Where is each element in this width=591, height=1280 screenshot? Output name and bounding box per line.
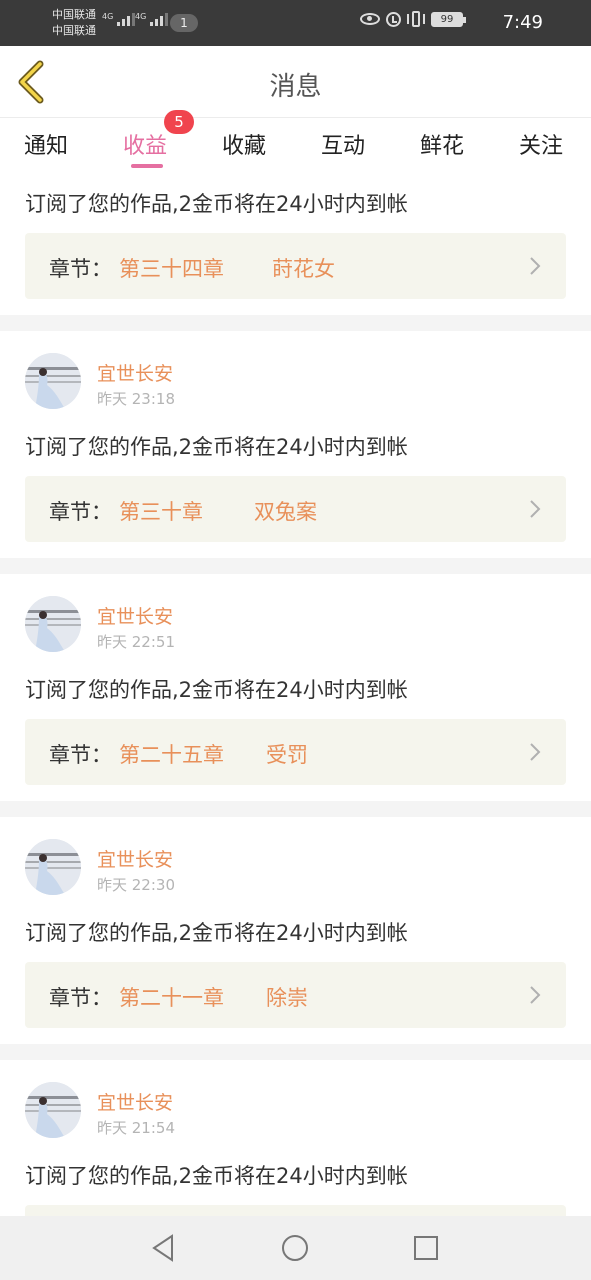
message-text: 订阅了您的作品,2金币将在24小时内到帐 bbox=[25, 1164, 408, 1188]
alarm-icon bbox=[386, 11, 401, 27]
chapter-link[interactable] bbox=[25, 1205, 566, 1216]
message-text: 订阅了您的作品,2金币将在24小时内到帐 bbox=[25, 678, 408, 702]
chapter-label: 章节： bbox=[49, 257, 112, 281]
avatar[interactable] bbox=[25, 839, 81, 895]
chapter-title: 双兔案 bbox=[254, 500, 317, 524]
timestamp: 昨天 22:51 bbox=[97, 633, 175, 651]
message-list: 订阅了您的作品,2金币将在24小时内到帐 章节： 第三十四章 莳花女 宜世长安 … bbox=[0, 170, 591, 1216]
chapter-title: 受罚 bbox=[266, 743, 308, 767]
chapter-link[interactable]: 章节： 第三十章 双兔案 bbox=[25, 476, 566, 542]
earnings-badge: 5 bbox=[164, 110, 194, 134]
chapter-link[interactable]: 章节： 第二十一章 除崇 bbox=[25, 962, 566, 1028]
carrier-1: 中国联通 bbox=[52, 8, 96, 21]
chapter-title: 除崇 bbox=[266, 986, 308, 1010]
chapter-number: 第三十四章 bbox=[119, 257, 224, 281]
vibrate-icon bbox=[407, 11, 425, 27]
chevron-right-icon bbox=[530, 986, 541, 1004]
username[interactable]: 宜世长安 bbox=[97, 1088, 173, 1115]
notification-count: 1 bbox=[170, 14, 198, 32]
page-title: 消息 bbox=[269, 72, 322, 102]
list-item: 宜世长安 昨天 22:51 订阅了您的作品,2金币将在24小时内到帐 章节： 第… bbox=[0, 574, 591, 801]
timestamp: 昨天 21:54 bbox=[97, 1119, 175, 1137]
avatar-image bbox=[25, 1082, 81, 1138]
avatar-image bbox=[25, 596, 81, 652]
tab-follows[interactable]: 关注 bbox=[519, 128, 563, 160]
avatar[interactable] bbox=[25, 353, 81, 409]
chevron-right-icon bbox=[530, 257, 541, 275]
message-text: 订阅了您的作品,2金币将在24小时内到帐 bbox=[25, 921, 408, 945]
chapter-link[interactable]: 章节： 第二十五章 受罚 bbox=[25, 719, 566, 785]
active-tab-indicator bbox=[131, 164, 163, 168]
circle-home-icon[interactable] bbox=[277, 1230, 313, 1266]
chevron-right-icon bbox=[530, 500, 541, 518]
chapter-link[interactable]: 章节： 第三十四章 莳花女 bbox=[25, 233, 566, 299]
chapter-number: 第三十章 bbox=[119, 500, 203, 524]
clock: 7:49 bbox=[502, 12, 543, 33]
message-text: 订阅了您的作品,2金币将在24小时内到帐 bbox=[25, 192, 408, 216]
tab-interactions[interactable]: 互动 bbox=[321, 128, 365, 160]
status-icons: 99 bbox=[360, 11, 466, 27]
username[interactable]: 宜世长安 bbox=[97, 602, 173, 629]
chapter-label: 章节： bbox=[49, 743, 112, 767]
square-recents-icon[interactable] bbox=[408, 1230, 444, 1266]
chapter-label: 章节： bbox=[49, 500, 112, 524]
system-nav-bar bbox=[0, 1216, 591, 1280]
list-item: 宜世长安 昨天 23:18 订阅了您的作品,2金币将在24小时内到帐 章节： 第… bbox=[0, 331, 591, 558]
list-item: 宜世长安 昨天 22:30 订阅了您的作品,2金币将在24小时内到帐 章节： 第… bbox=[0, 817, 591, 1044]
username[interactable]: 宜世长安 bbox=[97, 359, 173, 386]
avatar-image bbox=[25, 353, 81, 409]
message-text: 订阅了您的作品,2金币将在24小时内到帐 bbox=[25, 435, 408, 459]
timestamp: 昨天 22:30 bbox=[97, 876, 175, 894]
triangle-back-icon[interactable] bbox=[146, 1230, 182, 1266]
list-item: 宜世长安 昨天 21:54 订阅了您的作品,2金币将在24小时内到帐 bbox=[0, 1060, 591, 1216]
eye-icon bbox=[360, 13, 380, 25]
signal-1-icon: 4G bbox=[102, 13, 136, 26]
chapter-number: 第二十一章 bbox=[119, 986, 224, 1010]
signal-2-icon: 4G bbox=[135, 13, 169, 26]
tab-notifications[interactable]: 通知 bbox=[24, 128, 68, 160]
carrier-2: 中国联通 bbox=[52, 24, 96, 37]
avatar[interactable] bbox=[25, 596, 81, 652]
avatar[interactable] bbox=[25, 1082, 81, 1138]
tab-flowers[interactable]: 鲜花 bbox=[420, 128, 464, 160]
carrier-labels: 中国联通 中国联通 bbox=[52, 7, 96, 39]
tab-favorites[interactable]: 收藏 bbox=[222, 128, 266, 160]
tab-earnings[interactable]: 收益 bbox=[123, 128, 167, 160]
header: 消息 bbox=[0, 46, 591, 118]
avatar-image bbox=[25, 839, 81, 895]
tab-bar: 通知 收益 收藏 互动 鲜花 关注 bbox=[0, 118, 591, 170]
chapter-number: 第二十五章 bbox=[119, 743, 224, 767]
status-bar: 中国联通 中国联通 4G 4G 1 99 7:49 bbox=[0, 0, 591, 46]
timestamp: 昨天 23:18 bbox=[97, 390, 175, 408]
username[interactable]: 宜世长安 bbox=[97, 845, 173, 872]
battery-icon: 99 bbox=[431, 11, 466, 27]
list-item: 订阅了您的作品,2金币将在24小时内到帐 章节： 第三十四章 莳花女 bbox=[0, 170, 591, 315]
chevron-right-icon bbox=[530, 743, 541, 761]
chapter-label: 章节： bbox=[49, 986, 112, 1010]
chapter-title: 莳花女 bbox=[272, 257, 335, 281]
